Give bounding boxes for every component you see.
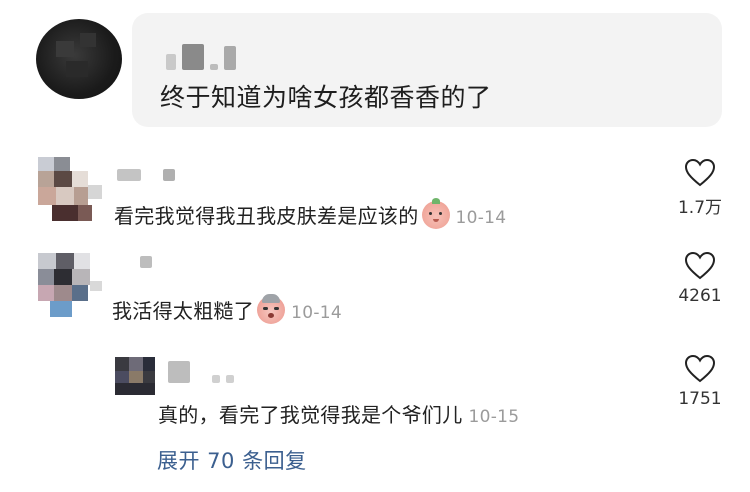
heart-icon	[684, 251, 716, 280]
peach-face-emoji-icon	[421, 198, 450, 229]
comment-row: 我活得太粗糙了 10-14	[112, 294, 343, 324]
crying-face-emoji-icon	[257, 294, 286, 324]
comment-date: 10-14	[291, 303, 343, 323]
like-button[interactable]: 1.7万	[670, 158, 730, 218]
comment-text: 我活得太粗糙了	[112, 299, 255, 323]
top-commenter-name-blurred[interactable]	[166, 44, 236, 70]
replier-avatar[interactable]	[115, 357, 155, 395]
top-comment-text: 终于知道为啥女孩都香香的了	[160, 83, 492, 112]
commenter-avatar[interactable]	[38, 157, 102, 221]
commenter-name-blurred[interactable]	[117, 169, 175, 181]
like-button[interactable]: 4261	[670, 251, 730, 306]
commenter-name-blurred[interactable]	[140, 256, 152, 268]
top-commenter-avatar[interactable]	[36, 19, 122, 99]
replier-name-blurred[interactable]	[168, 361, 234, 383]
comment-row: 看完我觉得我丑我皮肤差是应该的 10-14	[114, 198, 507, 229]
like-count: 4261	[678, 286, 722, 306]
reply-text: 真的，看完了我觉得我是个爷们儿	[158, 403, 463, 427]
reply-row: 真的，看完了我觉得我是个爷们儿 10-15	[158, 399, 519, 428]
commenter-avatar[interactable]	[38, 253, 102, 317]
comment-text: 看完我觉得我丑我皮肤差是应该的	[114, 204, 419, 228]
like-button[interactable]: 1751	[670, 354, 730, 409]
like-count: 1.7万	[677, 198, 723, 218]
heart-icon	[684, 158, 716, 187]
expand-replies-link[interactable]: 展开 70 条回复	[157, 445, 307, 475]
heart-icon	[684, 354, 716, 383]
like-count: 1751	[678, 389, 722, 409]
reply-date: 10-15	[468, 407, 520, 427]
comment-date: 10-14	[455, 208, 507, 228]
